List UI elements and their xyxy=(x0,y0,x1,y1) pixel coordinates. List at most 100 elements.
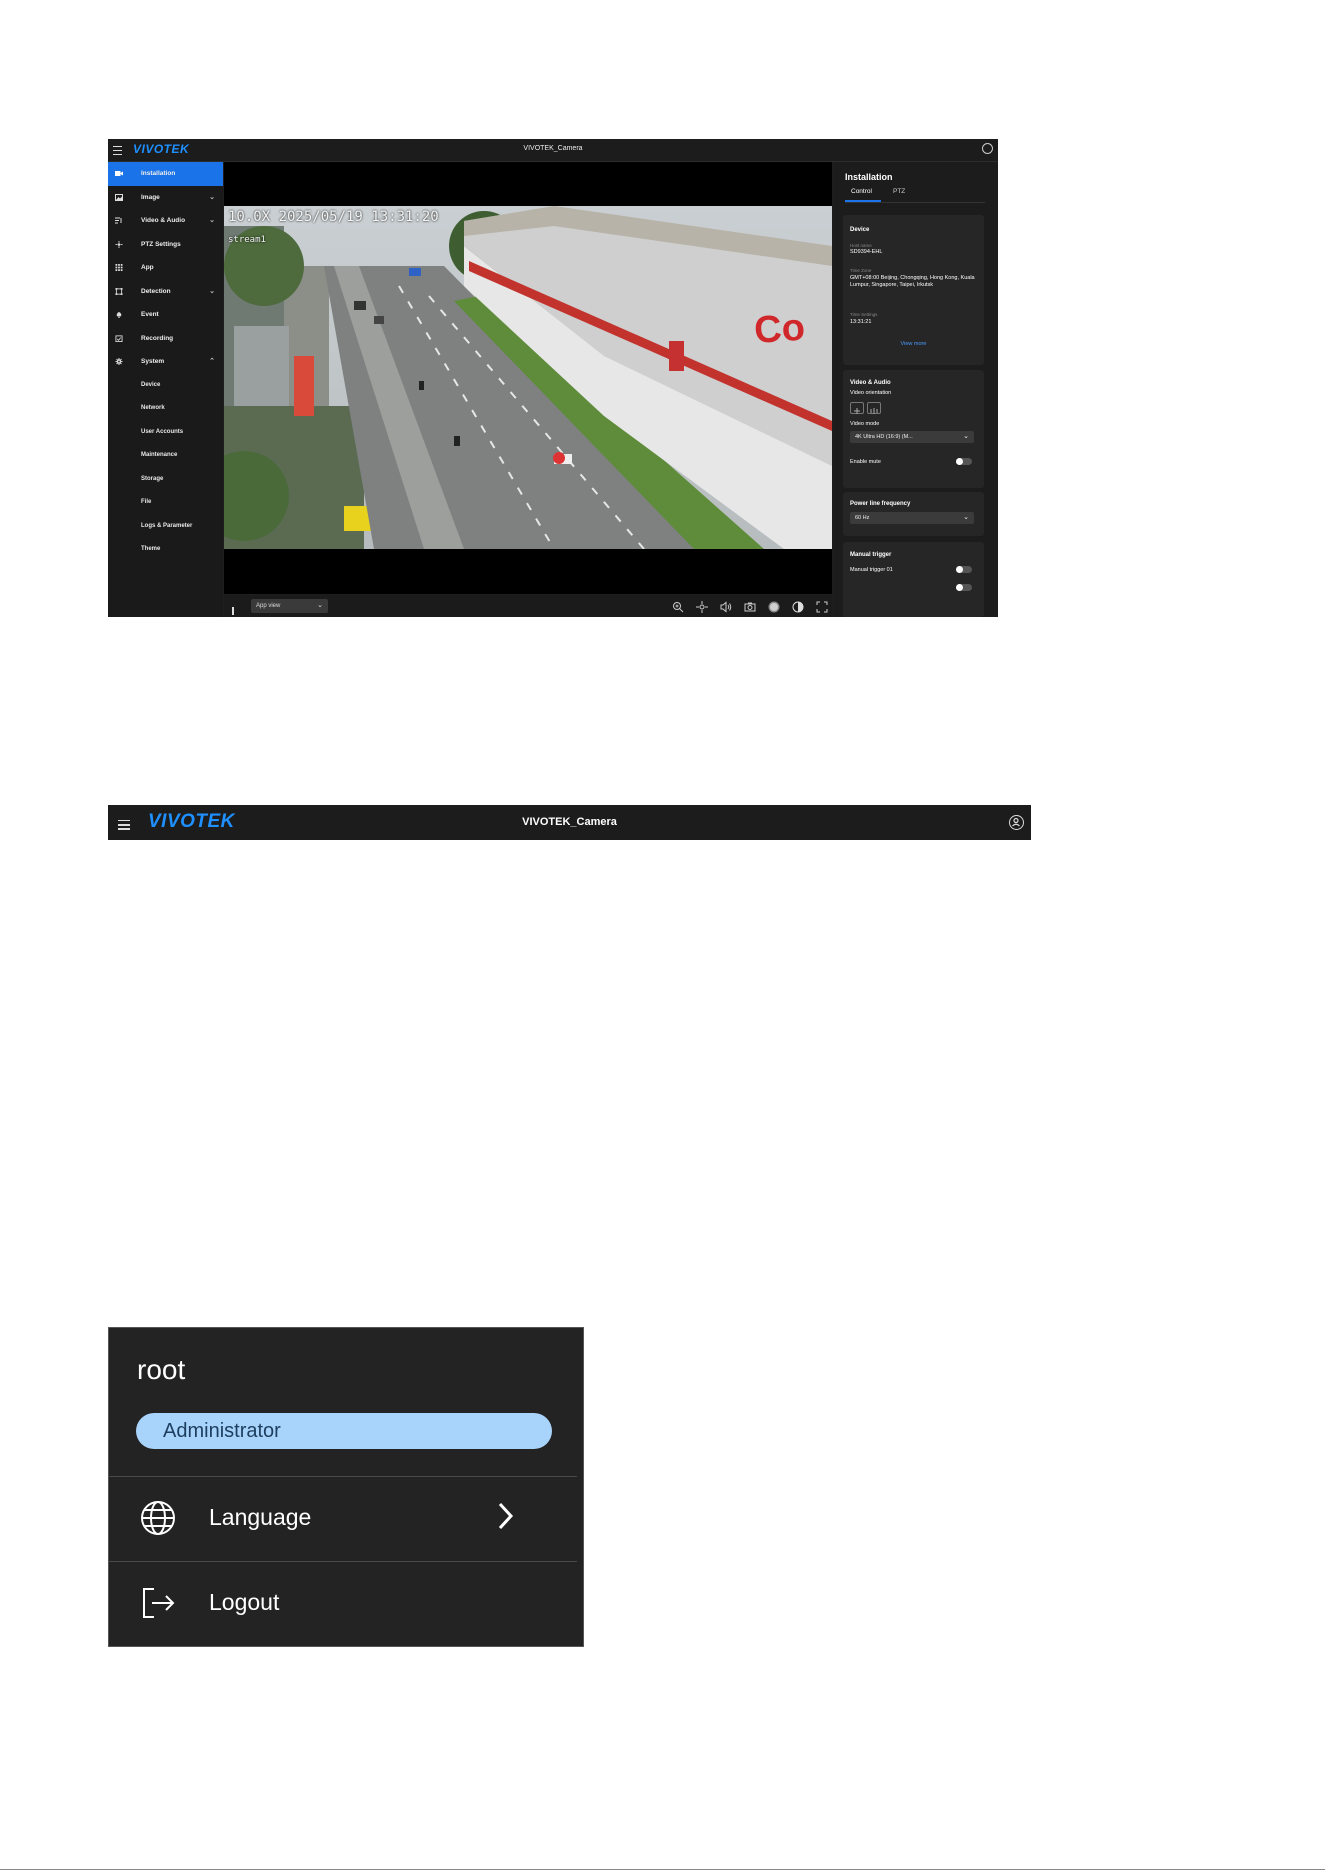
flip-icon[interactable] xyxy=(850,402,864,414)
tab-control[interactable]: Control xyxy=(851,188,872,195)
sidebar-item-label: Video & Audio xyxy=(141,217,186,224)
sidebar-subitem-logs-parameter[interactable]: Logs & Parameter xyxy=(108,515,223,539)
sidebar-item-event[interactable]: Event xyxy=(108,303,223,327)
sidebar-item-label: App xyxy=(141,264,154,271)
host-name-label: Host name xyxy=(850,243,872,248)
pause-icon[interactable] xyxy=(232,602,239,615)
video-audio-card: Video & Audio Video orientation Video mo… xyxy=(843,370,984,488)
orientation-buttons xyxy=(850,402,890,414)
view-more-link[interactable]: View more xyxy=(843,341,984,347)
language-menu-item[interactable]: Language xyxy=(109,1478,577,1560)
top-bar-zoomed-screenshot: VIVOTEK VIVOTEK_Camera xyxy=(108,805,1031,840)
role-badge: Administrator xyxy=(136,1413,552,1449)
time-zone-value: GMT+08:00 Beijing, Chongqing, Hong Kong,… xyxy=(850,275,975,288)
sidebar-subitem-theme[interactable]: Theme xyxy=(108,538,223,562)
video-toolbar: App view ⌄ xyxy=(224,595,832,617)
contrast-icon[interactable] xyxy=(792,600,804,613)
camera-title: VIVOTEK_Camera xyxy=(522,816,617,828)
camera-title: VIVOTEK_Camera xyxy=(523,145,583,152)
video-viewer[interactable]: Co 10.0X 2025/05/19 13:31:20 stream1 xyxy=(224,162,832,594)
chevron-down-icon: ⌄ xyxy=(209,287,215,295)
sidebar-item-system[interactable]: System ⌃ xyxy=(108,350,223,374)
user-account-icon[interactable] xyxy=(1009,815,1024,830)
video-orientation-label: Video orientation xyxy=(850,390,892,396)
record-dot-icon[interactable] xyxy=(768,600,780,613)
sidebar-item-label: Event xyxy=(141,311,159,318)
globe-icon xyxy=(141,1501,175,1535)
sidebar-item-recording[interactable]: Recording xyxy=(108,327,223,351)
time-settings-label: Time Settings xyxy=(850,312,878,317)
user-menu-screenshot: root Administrator Language Logout xyxy=(108,1327,584,1647)
calendar-check-icon xyxy=(115,334,123,342)
power-line-card: Power line frequency 60 Hz ⌄ xyxy=(843,492,984,536)
image-icon xyxy=(115,193,123,201)
manual-trigger-card: Manual trigger Manual trigger 01 xyxy=(843,542,984,617)
power-line-heading: Power line frequency xyxy=(850,501,911,507)
sidebar-item-label: Image xyxy=(141,193,160,201)
volume-icon[interactable] xyxy=(720,600,732,613)
manual-trigger-toggle[interactable] xyxy=(956,566,972,573)
installation-panel: Installation Control PTZ Device Host nam… xyxy=(833,162,998,617)
tab-ptz[interactable]: PTZ xyxy=(893,188,905,195)
divider xyxy=(109,1561,577,1562)
time-zone-label: Time Zone xyxy=(850,268,872,273)
mirror-icon[interactable] xyxy=(867,402,881,414)
camera-ui-screenshot: VIVOTEK VIVOTEK_Camera Installation Imag… xyxy=(108,139,998,617)
view-mode-value: App view xyxy=(256,603,281,609)
sidebar-subitem-device[interactable]: Device xyxy=(108,374,223,398)
device-card: Device Host name SD9394-EHL Time Zone GM… xyxy=(843,215,984,365)
sidebar-subitem-network[interactable]: Network xyxy=(108,397,223,421)
username: root xyxy=(137,1354,186,1385)
manual-trigger-toggle[interactable] xyxy=(956,584,972,591)
logout-menu-item[interactable]: Logout xyxy=(109,1563,577,1645)
video-mode-select[interactable]: 4K Ultra HD (16:9) (M... ⌄ xyxy=(850,431,974,443)
manual-trigger-heading: Manual trigger xyxy=(850,552,892,558)
sidebar-item-label: Recording xyxy=(141,334,174,342)
video-osd-zoom-datetime: 10.0X 2025/05/19 13:31:20 xyxy=(228,209,439,225)
panel-tabs: Control PTZ xyxy=(845,188,985,203)
bell-icon xyxy=(116,312,122,318)
chevron-up-icon: ⌃ xyxy=(209,358,215,365)
chevron-down-icon: ⌄ xyxy=(209,193,215,201)
sidebar-item-detection[interactable]: Detection ⌄ xyxy=(108,280,223,304)
sidebar-item-ptz-settings[interactable]: PTZ Settings xyxy=(108,233,223,257)
chevron-down-icon: ⌄ xyxy=(963,433,969,440)
panel-title: Installation xyxy=(845,172,893,182)
active-tab-indicator xyxy=(845,200,881,202)
sidebar-item-app[interactable]: App xyxy=(108,256,223,280)
power-line-select[interactable]: 60 Hz ⌄ xyxy=(850,512,974,524)
gear-icon xyxy=(115,358,123,365)
sidebar-item-video-audio[interactable]: Video & Audio ⌄ xyxy=(108,209,223,233)
video-mode-label: Video mode xyxy=(850,421,880,427)
device-heading: Device xyxy=(850,227,870,233)
sidebar-subitem-maintenance[interactable]: Maintenance xyxy=(108,444,223,468)
apps-grid-icon xyxy=(115,264,123,271)
host-name-value: SD9394-EHL xyxy=(850,249,883,255)
video-mode-value: 4K Ultra HD (16:9) (M... xyxy=(855,434,913,440)
camera-icon xyxy=(115,171,123,176)
sidebar-subitem-storage[interactable]: Storage xyxy=(108,468,223,492)
top-bar: VIVOTEK VIVOTEK_Camera xyxy=(108,139,998,162)
live-video-feed[interactable]: Co 10.0X 2025/05/19 13:31:20 stream1 xyxy=(224,206,832,549)
sidebar-subitem-user-accounts[interactable]: User Accounts xyxy=(108,421,223,445)
sidebar-item-installation[interactable]: Installation xyxy=(108,162,223,186)
sidebar-subitem-file[interactable]: File xyxy=(108,491,223,515)
video-osd-stream: stream1 xyxy=(228,235,266,245)
logout-icon xyxy=(143,1588,175,1618)
ptz-move-icon[interactable] xyxy=(696,600,708,613)
enable-mute-toggle[interactable] xyxy=(956,458,972,465)
sidebar: Installation Image ⌄ Video & Audio ⌄ PTZ… xyxy=(108,162,223,617)
ptz-icon xyxy=(115,240,123,248)
view-mode-select[interactable]: App view ⌄ xyxy=(251,599,328,613)
user-account-icon[interactable] xyxy=(982,143,993,154)
fullscreen-icon[interactable] xyxy=(816,600,828,613)
video-toolbar-icons xyxy=(660,600,828,613)
zoom-icon[interactable] xyxy=(672,600,684,613)
sidebar-item-image[interactable]: Image ⌄ xyxy=(108,186,223,210)
chevron-down-icon: ⌄ xyxy=(209,217,215,224)
sidebar-item-label: Installation xyxy=(141,170,176,177)
snapshot-icon[interactable] xyxy=(744,600,756,612)
sidebar-item-label: System xyxy=(141,358,165,365)
page-footer-rule xyxy=(0,1869,1325,1870)
video-audio-heading: Video & Audio xyxy=(850,380,891,386)
